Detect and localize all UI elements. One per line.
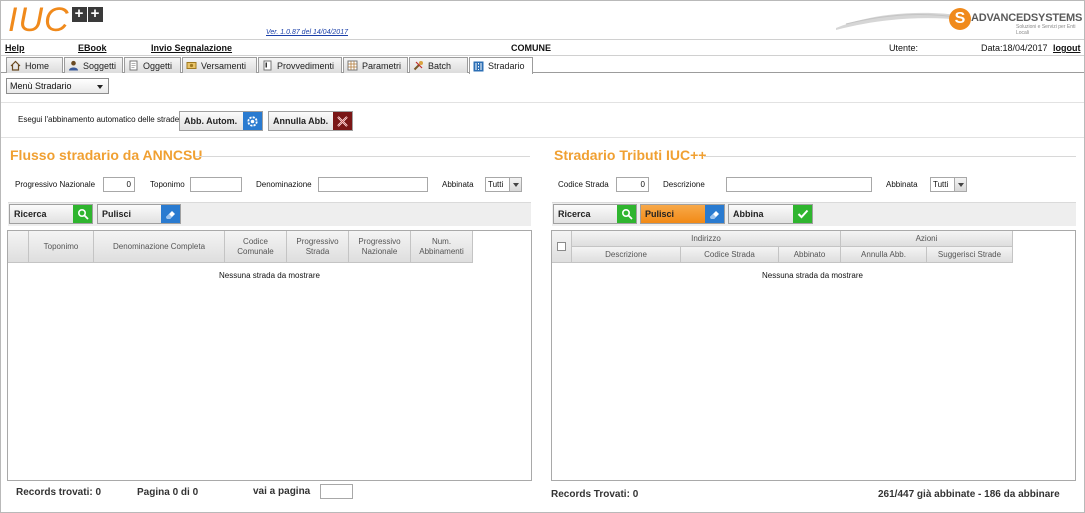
codice-strada-label: Codice Strada: [558, 180, 609, 189]
group-azioni: Azioni: [841, 231, 1013, 247]
match-summary: 261/447 già abbinate - 186 da abbinare: [878, 489, 1060, 500]
select-all-checkbox[interactable]: [557, 242, 566, 251]
notice-icon: [263, 60, 272, 71]
top-menu-bar: Help EBook Invio Segnalazione COMUNE Ute…: [1, 39, 1084, 56]
abbina-button[interactable]: Abbina: [728, 204, 813, 224]
right-ricerca-button[interactable]: Ricerca: [553, 204, 637, 224]
person-icon: [69, 60, 78, 71]
tab-parametri[interactable]: Parametri: [343, 57, 408, 73]
search-icon: [73, 205, 92, 223]
abbinata-label: Abbinata: [886, 180, 918, 189]
left-pagination-label: Pagina 0 di 0: [137, 487, 199, 498]
left-records-count: Records trovati: 0: [16, 487, 102, 498]
codice-strada-input[interactable]: 0: [616, 177, 649, 192]
right-results-grid: Indirizzo Azioni Descrizione Codice Stra…: [551, 230, 1076, 481]
progressivo-nazionale-label: Progressivo Nazionale: [15, 180, 96, 189]
denominazione-label: Denominazione: [256, 180, 312, 189]
empty-message: Nessuna strada da mostrare: [762, 271, 863, 280]
col-num-abbinamenti[interactable]: Num. Abbinamenti: [411, 231, 473, 263]
divider: [1, 102, 1084, 103]
progressivo-nazionale-input[interactable]: 0: [103, 177, 135, 192]
gear-icon: [243, 112, 262, 130]
chevron-down-icon: [954, 178, 966, 191]
date-label: Data:18/04/2017: [981, 43, 1048, 53]
version-link[interactable]: Ver. 1.0.87 del 14/04/2017: [266, 29, 348, 36]
utente-label: Utente:: [889, 43, 919, 53]
left-results-grid: Toponimo Denominazione Completa Codice C…: [7, 230, 532, 481]
brand-subtitle: Soluzioni e Servizi per Enti Locali: [1016, 24, 1076, 36]
brand-mark-icon: S: [949, 8, 971, 30]
plus-plus-logo-icon: + +: [71, 6, 103, 22]
checkmark-icon: [793, 205, 812, 223]
tab-batch[interactable]: Batch: [409, 57, 468, 73]
annulla-abb-button[interactable]: Annulla Abb.: [268, 111, 353, 131]
tools-icon: [413, 61, 423, 71]
eraser-icon: [705, 205, 724, 223]
title-rule: [195, 156, 530, 157]
col-abbinato[interactable]: Abbinato: [779, 247, 841, 263]
abbinata-select[interactable]: Tutti: [485, 177, 522, 192]
menu-stradario-select[interactable]: Menù Stradario: [6, 78, 109, 94]
col-suggerisci-strade[interactable]: Suggerisci Strade: [927, 247, 1013, 263]
tab-home[interactable]: Home: [6, 57, 63, 73]
col-annulla-abb[interactable]: Annulla Abb.: [841, 247, 927, 263]
toponimo-label: Toponimo: [150, 180, 185, 189]
right-pulisci-button[interactable]: Pulisci: [640, 204, 725, 224]
abbinata-select[interactable]: Tutti: [930, 177, 967, 192]
invio-segnalazione-link[interactable]: Invio Segnalazione: [151, 43, 232, 53]
cancel-x-icon: [333, 112, 352, 130]
col-codice-comunale[interactable]: Codice Comunale: [225, 231, 287, 263]
ebook-link[interactable]: EBook: [78, 43, 107, 53]
tab-oggetti[interactable]: Oggetti: [124, 57, 181, 73]
auto-match-label: Esegui l'abbinamento automatico delle st…: [18, 115, 182, 124]
tab-soggetti[interactable]: Soggetti: [64, 57, 123, 73]
money-icon: [186, 62, 197, 69]
house-icon: [10, 60, 21, 71]
col-codice-strada[interactable]: Codice Strada: [681, 247, 779, 263]
col-progressivo-strada[interactable]: Progressivo Strada: [287, 231, 349, 263]
col-progressivo-nazionale[interactable]: Progressivo Nazionale: [349, 231, 411, 263]
denominazione-input[interactable]: [318, 177, 428, 192]
divider: [1, 137, 1084, 138]
chevron-down-icon: [97, 85, 103, 89]
col-toponimo[interactable]: Toponimo: [29, 231, 94, 263]
tab-versamenti[interactable]: Versamenti: [182, 57, 257, 73]
abb-autom-button[interactable]: Abb. Autom.: [179, 111, 263, 131]
col-denominazione-completa[interactable]: Denominazione Completa: [94, 231, 225, 263]
descrizione-input[interactable]: [726, 177, 872, 192]
main-tabs: Home Soggetti Oggetti Versamenti Provved…: [1, 57, 1084, 74]
left-ricerca-button[interactable]: Ricerca: [9, 204, 93, 224]
right-records-count: Records Trovati: 0: [551, 489, 639, 500]
select-all-cell: [552, 231, 572, 263]
right-panel-title: Stradario Tributi IUC++: [554, 147, 707, 163]
comune-label: COMUNE: [511, 43, 551, 53]
grid-icon: [347, 60, 358, 71]
toponimo-input[interactable]: [190, 177, 242, 192]
left-pulisci-button[interactable]: Pulisci: [97, 204, 181, 224]
col-descrizione[interactable]: Descrizione: [572, 247, 681, 263]
grid-header-spacer: [8, 231, 29, 263]
goto-page-label: vai a pagina: [253, 486, 311, 497]
goto-page-input[interactable]: [320, 484, 353, 499]
abbinata-label: Abbinata: [442, 180, 474, 189]
brand-name: ADVANCEDSYSTEMS: [971, 12, 1083, 24]
advanced-systems-logo: S ADVANCEDSYSTEMS Soluzioni e Servizi pe…: [836, 6, 1082, 36]
document-icon: [129, 60, 138, 71]
descrizione-label: Descrizione: [663, 180, 705, 189]
chevron-down-icon: [509, 178, 521, 191]
eraser-icon: [161, 205, 180, 223]
street-icon: [473, 61, 484, 71]
help-link[interactable]: Help: [5, 43, 25, 53]
search-icon: [617, 205, 636, 223]
iuc-logo: IUC + +: [8, 3, 103, 37]
swoosh-icon: [836, 12, 964, 30]
tab-provvedimenti[interactable]: Provvedimenti: [258, 57, 342, 73]
tab-stradario[interactable]: Stradario: [469, 57, 533, 74]
left-panel-title: Flusso stradario da ANNCSU: [10, 147, 203, 163]
empty-message: Nessuna strada da mostrare: [219, 271, 320, 280]
group-indirizzo: Indirizzo: [572, 231, 841, 247]
logout-link[interactable]: logout: [1053, 43, 1081, 53]
title-rule: [704, 156, 1076, 157]
